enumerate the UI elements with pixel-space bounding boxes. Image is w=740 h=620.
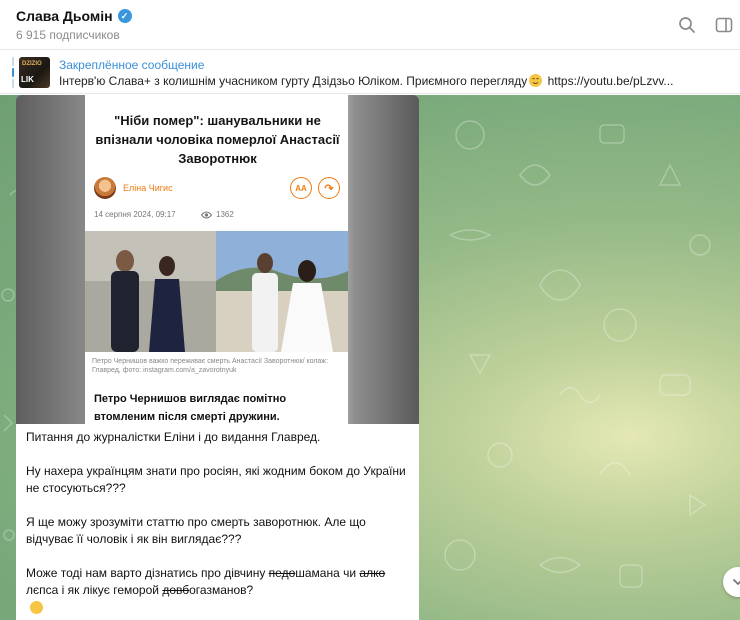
share-icon: ↷ (318, 177, 340, 199)
text-fragment: лєпса і як лікує геморой (26, 583, 163, 597)
article-date: 14 серпня 2024, 09:17 (94, 210, 176, 219)
text-fragment: Може тоді нам варто дізнатись про дівчин… (26, 566, 269, 580)
pinned-text-main: Інтерв'ю Слава+ з колишнім учасником гур… (59, 74, 528, 88)
chat-header: Слава Дьомін ✓ 6 915 подписчиков (0, 0, 740, 50)
message-bubble[interactable]: "Ніби помер": шанувальники не впізнали ч… (16, 95, 419, 620)
text-fragment: шамана чи (295, 566, 360, 580)
pinned-thumbnail: DZIZIO LIK (19, 57, 50, 88)
eye-icon (201, 211, 212, 218)
message-paragraph-3: Я ще можу зрозуміти статтю про смерть за… (26, 515, 366, 546)
sidebar-toggle-icon (715, 17, 733, 33)
thumbnail-text-top: DZIZIO (22, 61, 42, 67)
strikethrough-text: алко (359, 566, 386, 580)
message-photo[interactable]: "Ніби помер": шанувальники не впізнали ч… (16, 95, 419, 424)
article-title: "Ніби помер": шанувальники не впізнали ч… (95, 113, 340, 166)
article-screenshot: "Ніби помер": шанувальники не впізнали ч… (85, 95, 348, 424)
channel-title[interactable]: Слава Дьомін ✓ (16, 8, 132, 24)
strikethrough-text: довб (162, 583, 190, 597)
message-text: Питання до журналістки Еліни і до виданн… (26, 429, 411, 616)
message-paragraph-4: Може тоді нам варто дізнатись про дівчин… (26, 565, 411, 599)
font-size-button: АА (290, 177, 312, 199)
thumbnail-text-bottom: LIK (21, 75, 34, 84)
article-views: 1362 (201, 210, 234, 219)
article-author: Еліна Чигис (123, 183, 173, 193)
subscriber-count: 6 915 подписчиков (16, 28, 120, 42)
sidebar-toggle-button[interactable] (712, 13, 736, 37)
article-lead: Петро Чернишов виглядає помітно втомлени… (94, 393, 287, 423)
pinned-text: Інтерв'ю Слава+ з колишнім учасником гур… (59, 74, 729, 88)
pinned-message-bar[interactable]: DZIZIO LIK Закреплённое сообщение Інтерв… (0, 51, 740, 94)
message-paragraph-2: Ну нахера українцям знати про росіян, як… (26, 464, 406, 495)
pinned-label: Закреплённое сообщение (59, 58, 205, 72)
search-icon (679, 17, 695, 33)
channel-name: Слава Дьомін (16, 8, 113, 24)
article-photo-collage (85, 231, 348, 352)
pinned-indicator (12, 57, 14, 88)
article-image (85, 231, 348, 352)
article-caption: Петро Чернишов важко переживає смерть Ан… (92, 358, 328, 374)
views-count: 1362 (216, 210, 234, 219)
verified-badge-icon: ✓ (117, 9, 132, 23)
text-fragment: огазманов? (189, 583, 254, 597)
emoji-icon (30, 601, 43, 614)
strikethrough-text: педо (268, 566, 296, 580)
message-paragraph-1: Питання до журналістки Еліни і до виданн… (26, 430, 321, 444)
smiling-face-emoji-icon (529, 74, 543, 87)
author-avatar (94, 177, 116, 199)
chevron-down-icon (733, 579, 740, 585)
search-button[interactable] (675, 13, 699, 37)
pinned-link[interactable]: https://youtu.be/pLzvv... (544, 74, 674, 88)
